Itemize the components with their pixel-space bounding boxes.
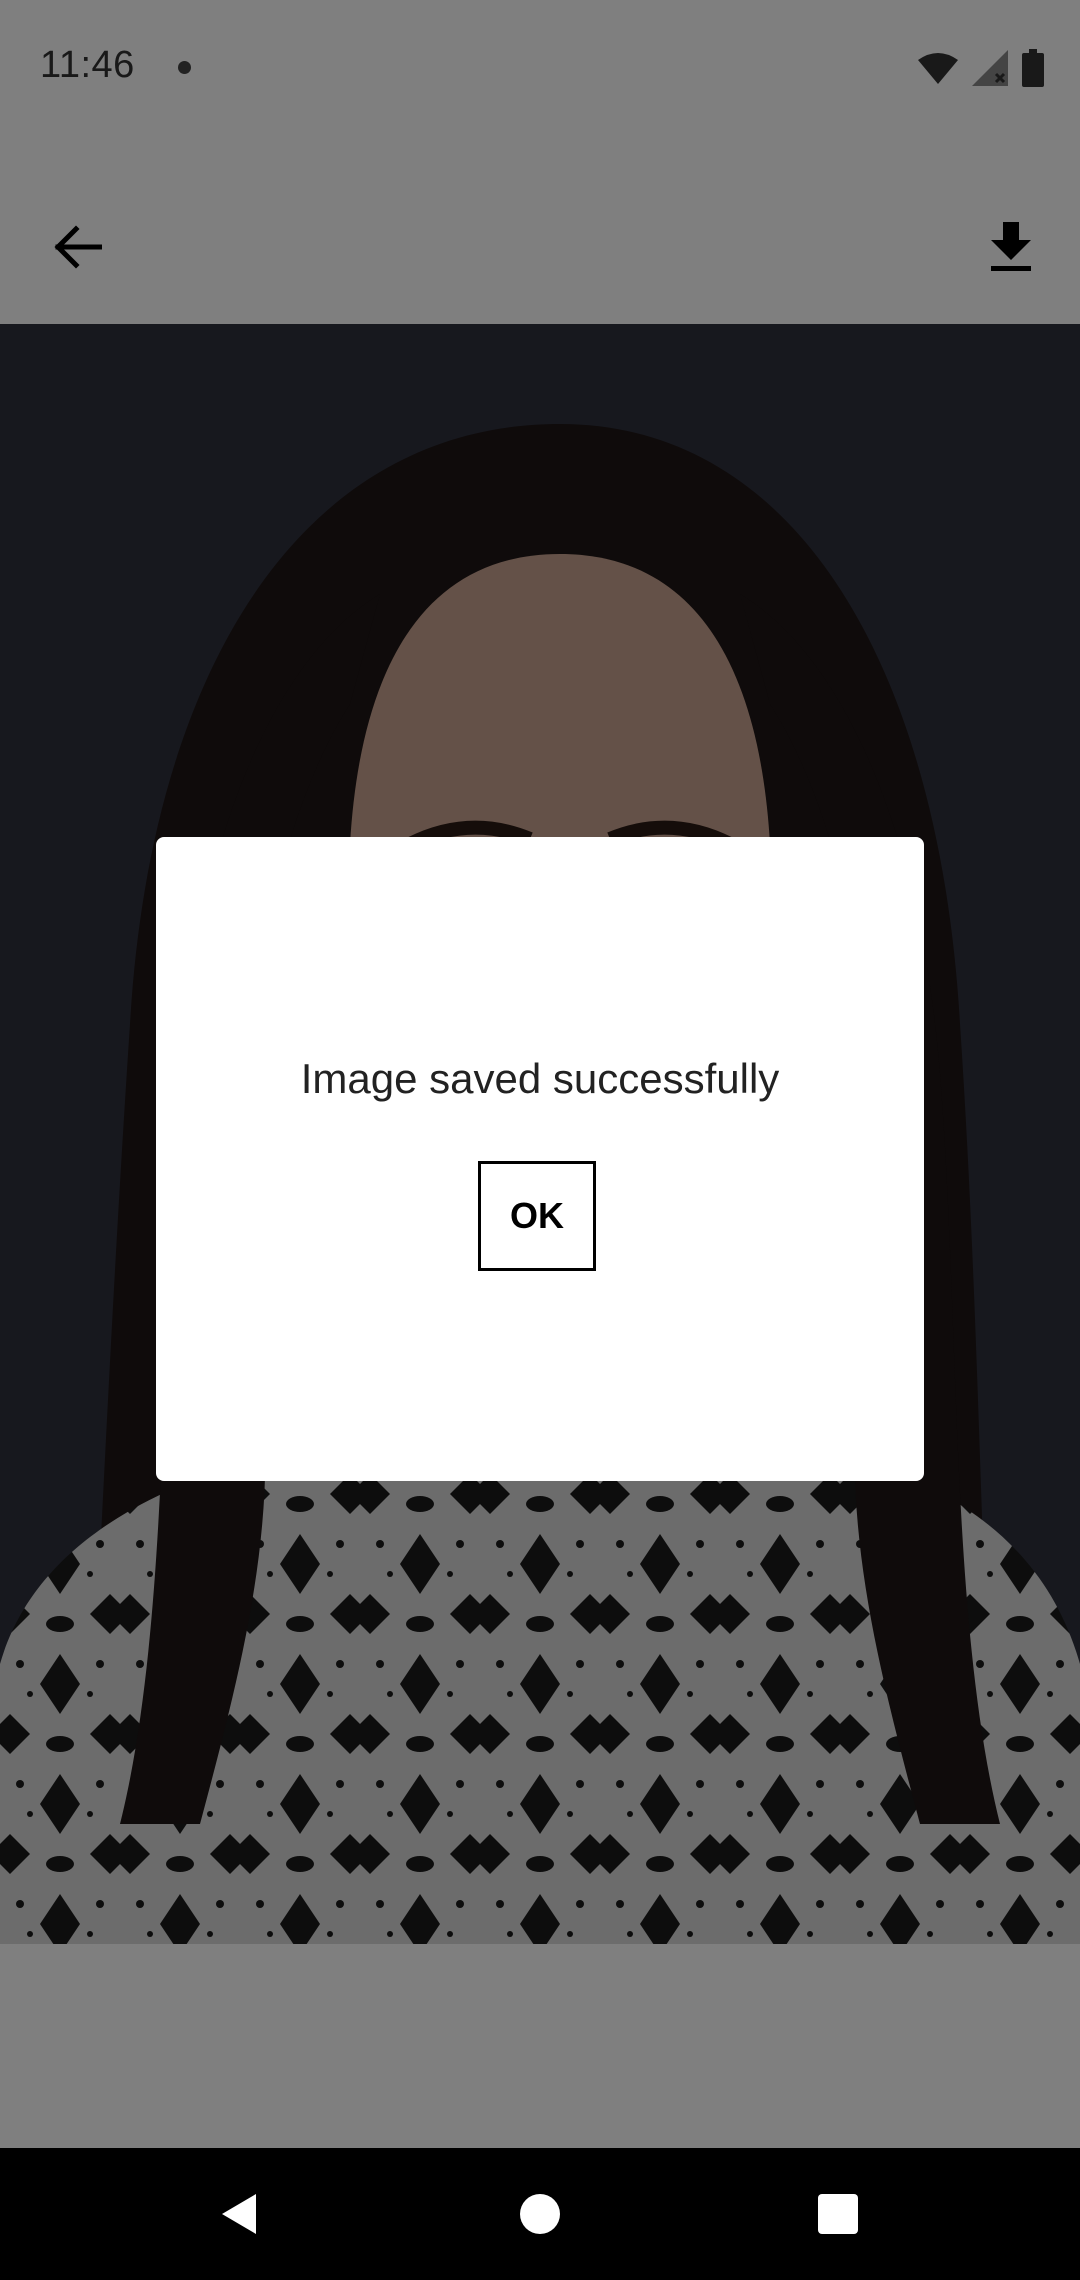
nav-home-icon[interactable]	[520, 2194, 560, 2234]
dialog-message: Image saved successfully	[300, 1055, 780, 1102]
nav-recents-icon[interactable]	[818, 2194, 858, 2234]
ok-button[interactable]: OK	[478, 1161, 596, 1271]
nav-back-icon[interactable]	[216, 2190, 264, 2238]
screen: 11:46	[0, 0, 1080, 2280]
save-confirmation-dialog: Image saved successfully OK	[156, 837, 924, 1481]
navigation-bar	[0, 2148, 1080, 2280]
